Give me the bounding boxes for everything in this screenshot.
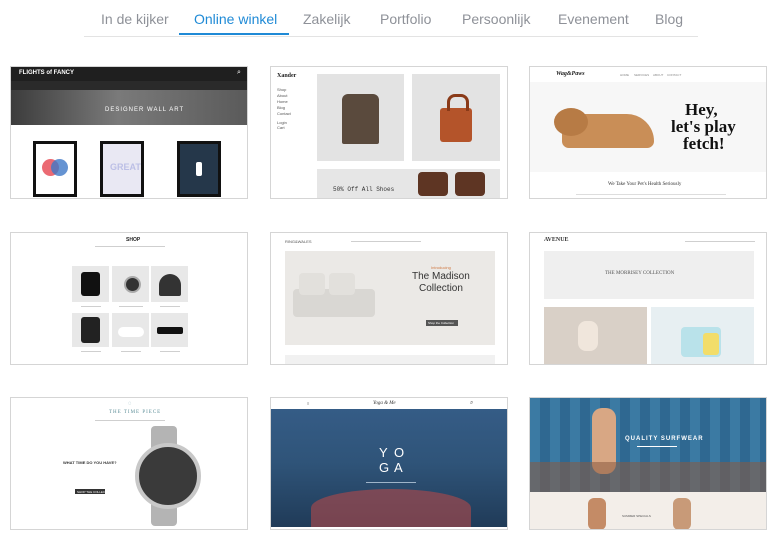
hero-title-line1: The Madison: [412, 271, 470, 282]
product-watch: [112, 266, 149, 302]
hero-image: [285, 251, 495, 345]
hero-title: DESIGNER WALL ART: [105, 107, 185, 113]
product-sunglasses: [151, 313, 188, 347]
yoga-letter: A: [394, 460, 403, 475]
template-logo: THE TIME PIECE: [109, 410, 162, 415]
poster-text: GREAT: [110, 162, 141, 172]
nav-item: ABOUT: [653, 73, 664, 77]
nav-item: Shop: [277, 87, 287, 92]
hero-button: SHOP THE COLLECTION: [75, 489, 112, 494]
nav-item: Blog: [277, 105, 286, 110]
poster-frame: [177, 141, 221, 197]
template-logo: Xander: [277, 73, 297, 79]
tab-evenement[interactable]: Evenement: [558, 11, 629, 27]
nav-item: About: [277, 93, 288, 98]
hero-subtitle: [366, 482, 416, 483]
product-tile-bag: [412, 74, 500, 161]
product-jacket: [72, 313, 109, 347]
promo-section: [530, 492, 766, 529]
yoga-letter: G: [379, 460, 390, 475]
hero-question: WHAT TIME DO YOU HAVE?: [63, 460, 117, 465]
product-label: [81, 306, 101, 307]
template-card-shop[interactable]: SHOP: [10, 232, 248, 365]
nav-item: CONTACT: [667, 73, 682, 77]
template-card-flights-of-fancy[interactable]: FLIGHTS of FANCY ⌕ DESIGNER WALL ART GRE…: [10, 66, 248, 199]
nav-line: [95, 246, 165, 247]
watch-face: [135, 443, 201, 509]
lifestyle-image: [544, 307, 647, 364]
nav-item: HOME: [620, 73, 629, 77]
template-logo: Wag&Paws: [556, 71, 585, 77]
promo-title: SUMMER SPECIALS: [622, 514, 651, 518]
tab-persoonlijk[interactable]: Persoonlijk: [462, 11, 530, 27]
nav-line: [95, 420, 165, 421]
template-logo: SHOP: [126, 237, 141, 243]
template-card-madison[interactable]: RING&WALES Introducing The Madison Colle…: [270, 232, 508, 365]
template-logo: RING&WALES: [285, 239, 312, 244]
nav-item: Home: [277, 99, 288, 104]
hero-subtitle: [637, 446, 677, 447]
template-card-surfwear[interactable]: QUALITY SURFWEAR SUMMER SPECIALS: [529, 397, 767, 530]
product-label: [160, 351, 180, 352]
search-icon: ⌕: [237, 69, 241, 76]
tab-blog[interactable]: Blog: [655, 11, 683, 27]
sale-text: 50% Off All Shoes: [333, 186, 395, 193]
tab-portfolio[interactable]: Portfolio: [380, 11, 431, 27]
active-tab-indicator: [179, 33, 289, 35]
hero-title-line2: Collection: [419, 283, 463, 294]
yoga-letter: O: [394, 445, 405, 460]
tab-zakelijk[interactable]: Zakelijk: [303, 11, 350, 27]
nav-item: Contact: [277, 111, 291, 116]
template-card-time-piece[interactable]: ◌ THE TIME PIECE WHAT TIME DO YOU HAVE? …: [10, 397, 248, 530]
product-tshirt: [72, 266, 109, 302]
yoga-letter: Y: [379, 445, 388, 460]
product-label: [121, 351, 141, 352]
product-tile-jacket: [317, 74, 404, 161]
hero-kicker: Introducing: [431, 265, 451, 270]
template-logo: Yoga & Me: [373, 401, 396, 406]
hero-heading-line3: fetch!: [683, 134, 725, 153]
product-label: [160, 306, 180, 307]
nav-line: [351, 241, 421, 242]
menu-icon: ≡: [307, 401, 310, 406]
tab-online-winkel[interactable]: Online winkel: [194, 11, 277, 27]
yoga-logo: Y O G A: [376, 445, 407, 476]
nav-item: SERVICES: [634, 73, 650, 77]
hero-title: QUALITY SURFWEAR: [625, 436, 704, 442]
sale-banner: [317, 169, 500, 198]
template-nav: [11, 81, 247, 90]
hero-button: Shop the Collection: [426, 320, 458, 326]
template-card-xander[interactable]: Xander Shop About Home Blog Contact Logi…: [270, 66, 508, 199]
product-label: [119, 306, 143, 307]
product-beanie: [151, 266, 188, 302]
text-line: [576, 194, 726, 195]
hero-button-label: Shop the Collection: [428, 321, 455, 325]
cart-link: Cart: [277, 125, 285, 130]
template-card-avenue[interactable]: AVENUE THE MORRISEY COLLECTION: [529, 232, 767, 365]
template-card-wag-paws[interactable]: Wag&Paws HOME SERVICES ABOUT CONTACT Hey…: [529, 66, 767, 199]
tagline: We Take Your Pet's Health Seriously: [608, 182, 682, 187]
product-strip: [285, 355, 495, 364]
tab-in-de-kijker[interactable]: In de kijker: [101, 11, 169, 27]
bag-image: [651, 307, 754, 364]
search-icon: ⌕: [470, 400, 474, 406]
product-label: [81, 351, 101, 352]
nav-line: [685, 241, 755, 242]
hero-image: [530, 398, 766, 492]
logo-icon: ◌: [128, 401, 132, 407]
hero-button-label: SHOP THE COLLECTION: [77, 490, 113, 494]
product-sneaker: [112, 313, 149, 347]
template-card-yoga[interactable]: ≡ Yoga & Me ⌕ Y O G A: [270, 397, 508, 530]
poster-frame: [33, 141, 77, 197]
category-tabs: In de kijker Online winkel Zakelijk Port…: [84, 0, 698, 37]
poster-frame: GREAT: [100, 141, 144, 197]
template-logo: AVENUE: [544, 237, 569, 243]
banner-title: THE MORRISEY COLLECTION: [605, 271, 675, 276]
template-logo: FLIGHTS of FANCY: [19, 70, 74, 76]
